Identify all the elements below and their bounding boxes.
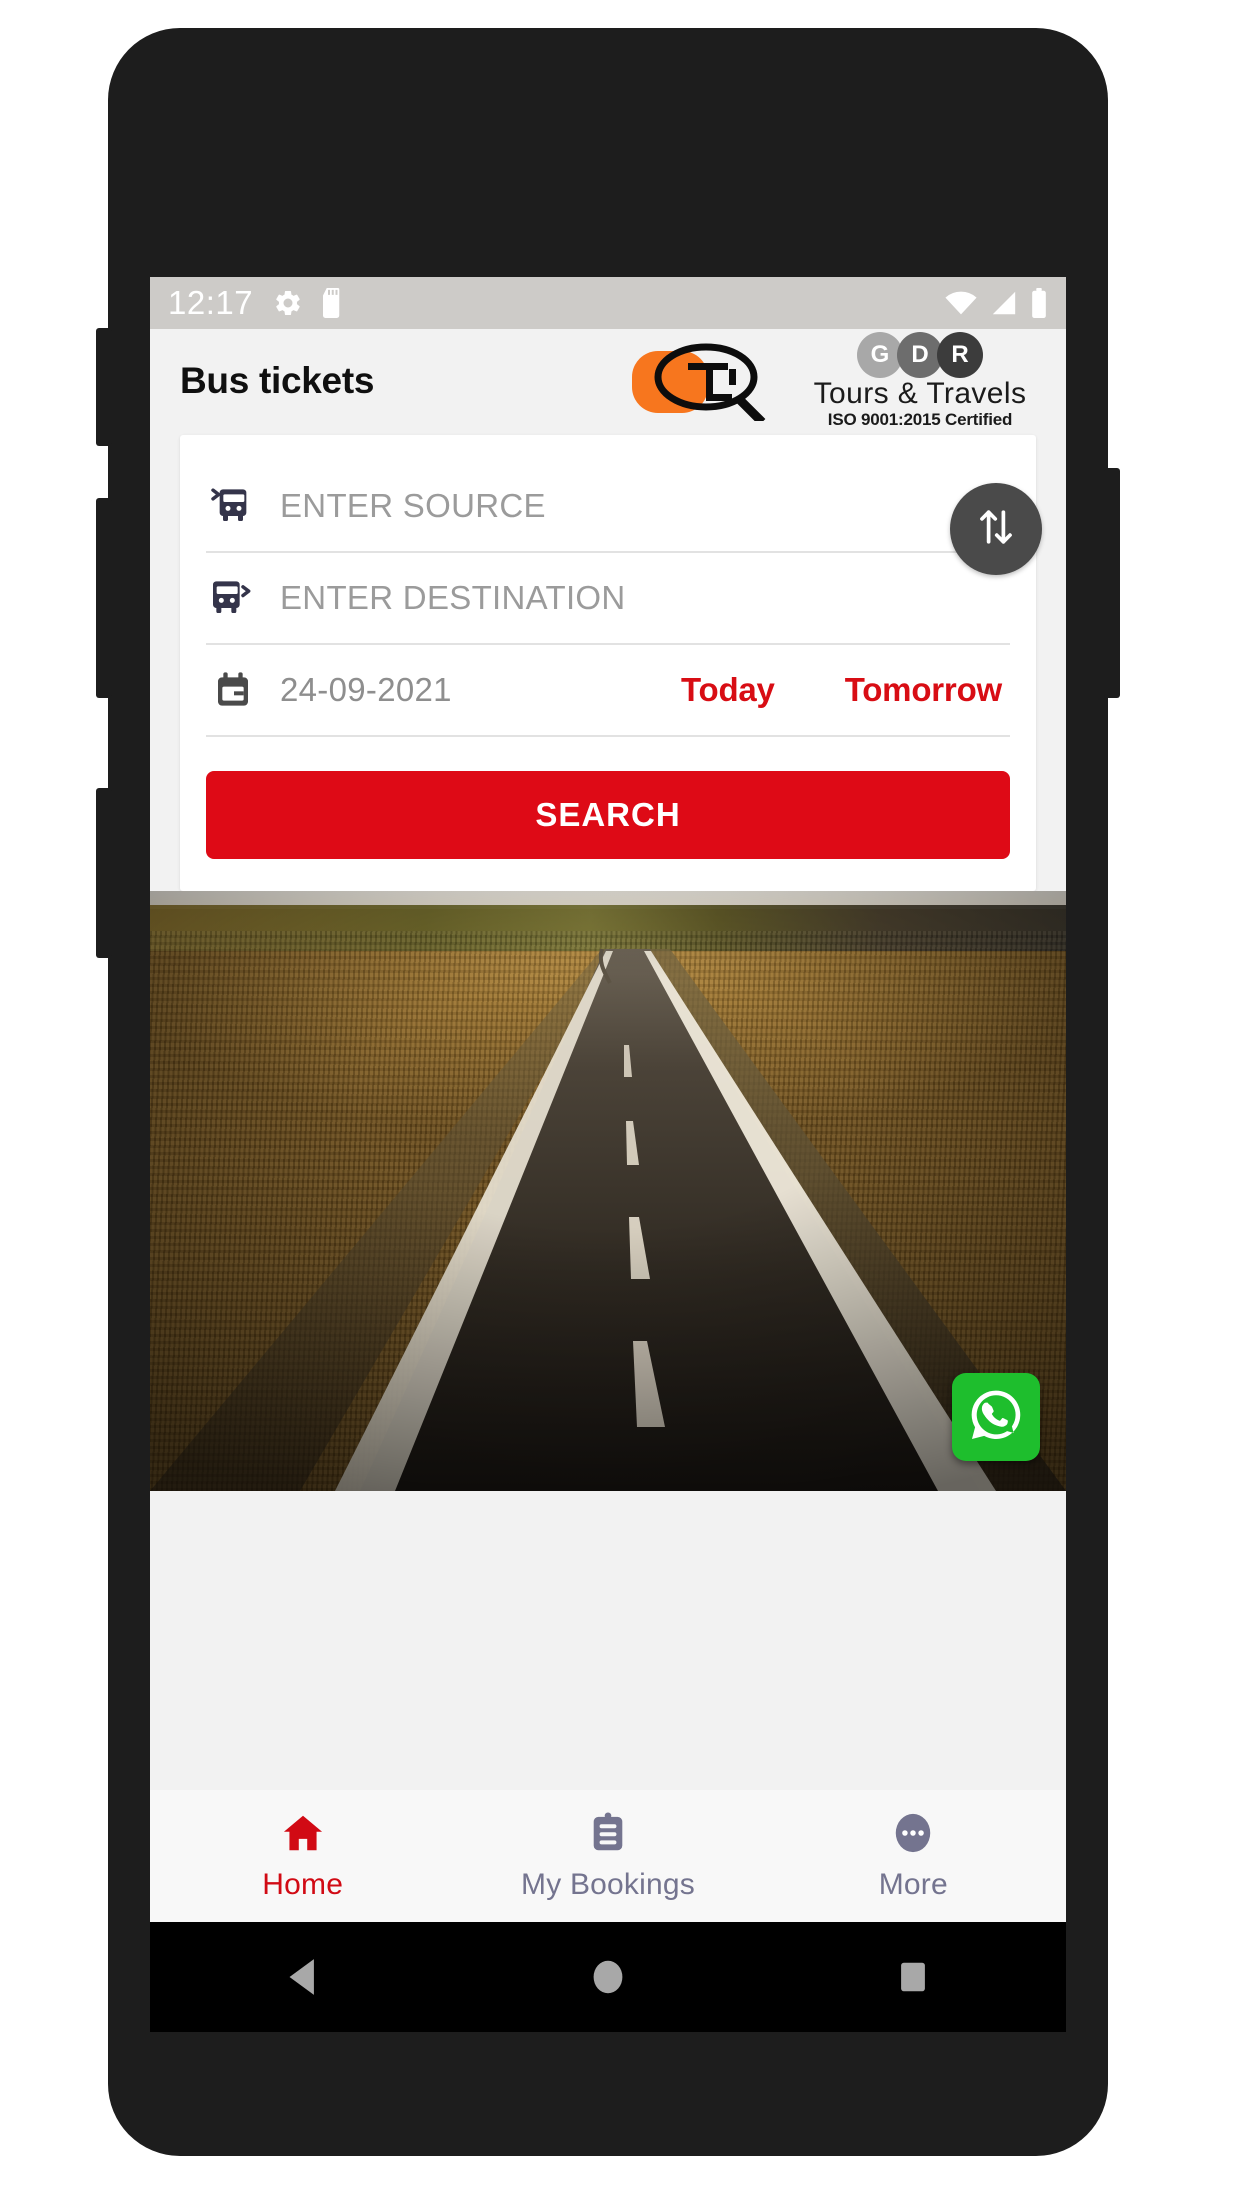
android-navigation-bar	[150, 1922, 1066, 2032]
bus-departure-icon	[210, 486, 256, 526]
calendar-icon	[210, 670, 256, 710]
swap-button[interactable]	[950, 483, 1042, 575]
bus-arrival-icon	[210, 578, 256, 618]
brand-certification: ISO 9001:2015 Certified	[827, 410, 1013, 430]
bottom-navigation-bar: Home My Bookings More	[150, 1790, 1066, 1922]
phone-side-button-volume-up[interactable]	[96, 328, 112, 446]
brand-logo: G D R Tours & Travels ISO 9001:2015 Cert…	[628, 331, 1036, 431]
home-circle-icon[interactable]	[548, 1957, 668, 1997]
date-value[interactable]: 24-09-2021	[280, 671, 452, 709]
swap-vertical-icon	[974, 503, 1018, 556]
battery-icon	[1030, 288, 1048, 318]
brand-company-name: Tours & Travels	[813, 376, 1027, 410]
nav-item-home[interactable]: Home	[150, 1811, 455, 1902]
phone-side-button-volume-down[interactable]	[96, 498, 112, 698]
nav-item-more[interactable]: More	[761, 1811, 1066, 1902]
tomorrow-button[interactable]: Tomorrow	[845, 671, 1002, 709]
gdr-letter-r: R	[937, 331, 983, 378]
app-bar: Bus tickets G D R Tours & Travels ISO 90…	[150, 329, 1066, 433]
phone-screen: 12:17 Bus tickets G D R Tours & Travels …	[150, 277, 1066, 1922]
nav-label-home: Home	[262, 1867, 344, 1901]
whatsapp-icon	[965, 1384, 1027, 1451]
search-card: ENTER SOURCE ENTER DESTINATION 24-09-202…	[180, 435, 1042, 891]
phone-side-button-power[interactable]	[1104, 468, 1120, 698]
whatsapp-button[interactable]	[952, 1373, 1040, 1461]
recents-square-icon[interactable]	[853, 1957, 973, 1997]
source-input-text[interactable]: ENTER SOURCE	[280, 487, 546, 525]
wifi-icon	[944, 290, 978, 316]
ellipsis-icon	[891, 1811, 935, 1860]
gear-icon	[273, 288, 303, 318]
gdr-monogram-icon	[628, 341, 796, 421]
hero-vignette	[150, 891, 1066, 1491]
source-field[interactable]: ENTER SOURCE	[206, 461, 1010, 553]
destination-input-text[interactable]: ENTER DESTINATION	[280, 579, 626, 617]
status-bar: 12:17	[150, 277, 1066, 329]
today-button[interactable]: Today	[681, 671, 775, 709]
status-bar-time: 12:17	[168, 284, 254, 321]
sd-card-icon	[321, 288, 345, 318]
clipboard-icon	[586, 1811, 630, 1860]
phone-side-button-extra[interactable]	[96, 788, 112, 958]
page-title: Bus tickets	[180, 360, 375, 401]
nav-item-my-bookings[interactable]: My Bookings	[455, 1811, 760, 1902]
date-field[interactable]: 24-09-2021 Today Tomorrow	[206, 645, 1010, 737]
home-icon	[279, 1811, 327, 1860]
search-button[interactable]: SEARCH	[206, 771, 1010, 859]
signal-icon	[990, 290, 1018, 316]
back-icon[interactable]	[243, 1957, 363, 1997]
nav-label-more: More	[878, 1867, 948, 1901]
hero-road-image	[150, 891, 1066, 1491]
gdr-letter-circles: G D R	[804, 331, 1036, 378]
nav-label-my-bookings: My Bookings	[521, 1867, 695, 1901]
brand-text-block: G D R Tours & Travels ISO 9001:2015 Cert…	[804, 331, 1036, 431]
destination-field[interactable]: ENTER DESTINATION	[206, 553, 1010, 645]
